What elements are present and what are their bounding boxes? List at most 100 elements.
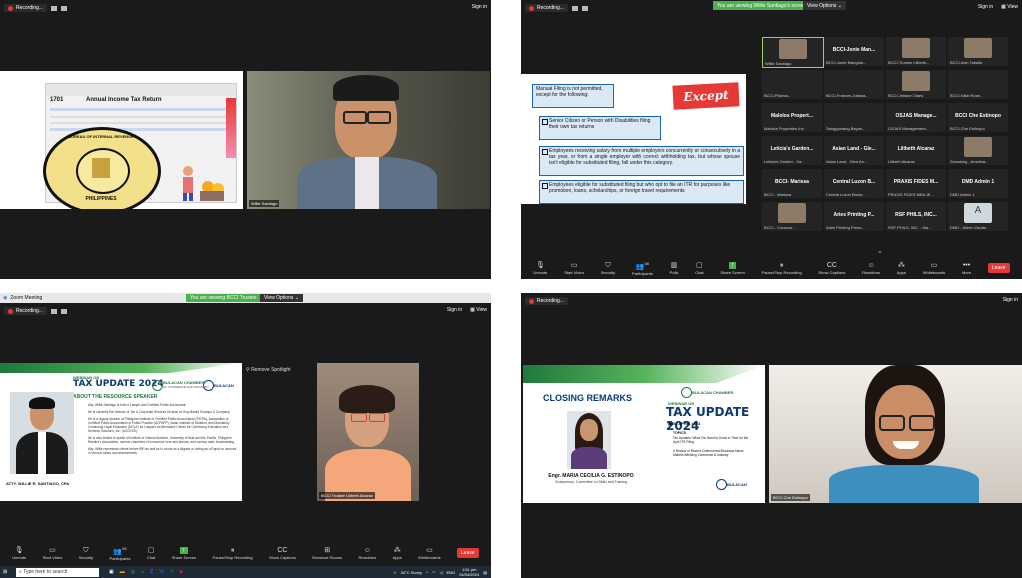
pause-icon[interactable]	[50, 308, 57, 314]
participant-tile[interactable]: BCCI-Irish Taballa	[948, 37, 1008, 66]
participant-tile[interactable]: BCCI Che Estinopo BCCI Che Estinopo	[948, 103, 1008, 132]
excel-icon[interactable]: X	[170, 569, 173, 575]
participant-tile[interactable]: Central Luzon B... Central Luzon Busin...	[824, 169, 884, 198]
chat-button[interactable]: ▢ Chat	[695, 262, 703, 275]
edge-icon[interactable]: ◒	[141, 569, 144, 575]
notifications-icon[interactable]: ▤	[483, 570, 487, 575]
windows-start-icon[interactable]: ⊞	[3, 569, 7, 575]
pause-icon[interactable]	[50, 5, 57, 11]
participant-tile[interactable]: Leticia's Garden... Leticia's Garden - Sa…	[762, 136, 822, 165]
participant-tile[interactable]: BCCI- Marissa BCCI - Marissa	[762, 169, 822, 198]
acrobat-icon[interactable]: ◆	[179, 569, 183, 575]
view-button[interactable]: ▦ View	[470, 307, 487, 313]
recording-indicator[interactable]: Recording...	[525, 297, 568, 305]
participant-tile[interactable]: DMD Admin 1 DMD Admin 1	[948, 169, 1008, 198]
windows-taskbar: ⊞ ⌕ Type here to search ▣ ▬ ◎ ◒ Z W X ◆ …	[0, 566, 491, 578]
show-captions-button[interactable]: CC Show Captions	[269, 547, 296, 560]
file-explorer-icon[interactable]: ▬	[120, 569, 125, 575]
share-screen-label: Share Screen	[720, 269, 745, 275]
tray-chevron-icon[interactable]: ^	[426, 570, 428, 575]
participant-tile[interactable]: BCCI - Corazon...	[762, 202, 822, 231]
participant-tile[interactable]: BCCI-Jonie Man... BCCI-Jonie Manguia...	[824, 37, 884, 66]
sign-in-link[interactable]: Sign in	[978, 4, 993, 10]
remove-spotlight-button[interactable]: ⚲ Remove Spotlight	[246, 367, 291, 373]
speaker-photo	[10, 392, 74, 474]
stop-icon[interactable]	[60, 308, 67, 314]
leave-button[interactable]: Leave	[457, 548, 479, 558]
reactions-button[interactable]: ☺ Reactions	[862, 262, 880, 275]
recording-indicator[interactable]: Recording...	[4, 307, 47, 315]
gallery-scroll-down-icon[interactable]: ⌄	[877, 247, 883, 255]
unmute-button[interactable]: 🎙 Unmute	[533, 262, 547, 275]
unmute-button[interactable]: 🎙 Unmute	[12, 547, 26, 560]
participant-tile[interactable]: PRAXIS FIDES M... PRAXIS FIDES MBA-IE...	[886, 169, 946, 198]
security-button[interactable]: ⛉ Security	[79, 547, 93, 560]
sign-in-link[interactable]: Sign in	[472, 4, 487, 10]
recording-indicator[interactable]: Recording...	[4, 4, 47, 12]
reactions-label: Reactions	[862, 269, 880, 275]
view-options-button[interactable]: View Options ⌄	[260, 294, 303, 302]
view-options-button[interactable]: View Options ⌄	[803, 1, 846, 10]
share-screen-button[interactable]: ↑ Share Screen	[720, 261, 745, 275]
participant-tile[interactable]: Willie Santiago	[762, 37, 824, 68]
taskbar-search-box[interactable]: ⌕ Type here to search	[16, 567, 99, 577]
apps-button[interactable]: ⁂ Apps	[393, 547, 402, 560]
chrome-icon[interactable]: ◎	[131, 569, 135, 575]
reactions-button[interactable]: ☺ Reactions	[358, 547, 376, 560]
polls-button[interactable]: ▥ Polls	[670, 262, 679, 275]
apps-button[interactable]: ⁂ Apps	[897, 262, 906, 275]
pause-icon[interactable]	[571, 5, 578, 11]
pause-stop-recording-button[interactable]: ⏸ Pause/Stop Recording	[213, 547, 253, 560]
clock[interactable]: 1:51 pm 04/04/2024	[459, 567, 479, 577]
participant-tile[interactable]: Aries Printing P... Aries Printing Press.…	[824, 202, 884, 231]
participant-tile[interactable]: OSJAS Manage... OSJAS Management...	[886, 103, 946, 132]
start-video-label: Start Video	[42, 554, 63, 560]
participant-tile[interactable]: Snowking - Amelina...	[948, 136, 1008, 165]
share-screen-button[interactable]: ↑ Share Screen	[171, 546, 197, 560]
participant-tile[interactable]: Malolos Propert... Malolos Properties Inc…	[762, 103, 822, 132]
participant-tile[interactable]: Asian Land - Gle... Asian Land - Glen An.…	[824, 136, 884, 165]
share-screen-label: Share Screen	[171, 554, 197, 560]
zoom-app-icon[interactable]: Z	[150, 569, 153, 575]
task-view-icon[interactable]: ▣	[109, 569, 114, 575]
volume-icon[interactable]: ◁	[439, 570, 442, 575]
start-video-label: Start Video	[564, 269, 584, 275]
start-video-button[interactable]: ▭ Start Video	[43, 547, 63, 560]
captions-label: Show Captions	[818, 269, 846, 275]
whiteboards-button[interactable]: ▭ Whiteboards	[923, 262, 945, 275]
participant-video: BCCI Che Estinopo	[769, 365, 1022, 503]
recording-indicator[interactable]: Recording...	[525, 4, 568, 12]
stop-icon[interactable]	[581, 5, 588, 11]
leave-button[interactable]: Leave	[987, 263, 1010, 273]
whiteboards-button[interactable]: ▭ Whiteboards	[418, 547, 440, 560]
participant-thumbnail	[902, 38, 930, 58]
seal-text-bottom: PHILIPPINES	[85, 196, 117, 202]
more-button[interactable]: ••• More	[962, 262, 971, 275]
sign-in-link[interactable]: Sign in	[1003, 297, 1018, 303]
participant-tile[interactable]: RSF PHILS, INC... RSF PHILS, INC. - Ma...	[886, 202, 946, 231]
participant-tile[interactable]: BCCI-Pilarica...	[762, 70, 822, 99]
participant-tile[interactable]: BCCI-Nikki Rose...	[948, 70, 1008, 99]
show-captions-button[interactable]: CC Show Captions	[818, 262, 845, 275]
participant-tile[interactable]: BCCI-Frances Juliana...	[824, 70, 884, 99]
participant-tile[interactable]: Sangguniang Bayan...	[824, 103, 884, 132]
stop-icon[interactable]	[60, 5, 67, 11]
participants-button[interactable]: 👥56 Participants	[632, 260, 653, 276]
participant-tile[interactable]: BCCI-Jellane Olaes	[886, 70, 946, 99]
wifi-icon[interactable]: ◠	[432, 570, 436, 575]
chat-button[interactable]: ▢ Chat	[147, 547, 155, 560]
breakout-rooms-button[interactable]: ⊞ Breakout Rooms	[312, 547, 342, 560]
participants-button[interactable]: 👥56 Participants	[110, 545, 131, 561]
participant-tile-name: Central Luzon B...	[832, 179, 876, 185]
view-button[interactable]: ▦ View	[1001, 4, 1018, 10]
pause-stop-recording-button[interactable]: ⏸ Pause/Stop Recording	[762, 262, 802, 275]
security-button[interactable]: ⛉ Security	[601, 262, 615, 275]
start-video-button[interactable]: ▭ Start Video	[564, 262, 584, 275]
participant-tile[interactable]: Lilibeth Alcaraz Lilibeth Alcaraz	[886, 136, 946, 165]
participant-tile[interactable]: BCCI-Trustee Lilibeth...	[886, 37, 946, 66]
checkbox-icon	[542, 149, 548, 155]
language-label[interactable]: ENG	[447, 570, 456, 575]
sign-in-link[interactable]: Sign in	[447, 307, 462, 313]
word-icon[interactable]: W	[159, 569, 164, 575]
participant-tile[interactable]: A DMD - Aileen Zarate...	[948, 202, 1008, 231]
